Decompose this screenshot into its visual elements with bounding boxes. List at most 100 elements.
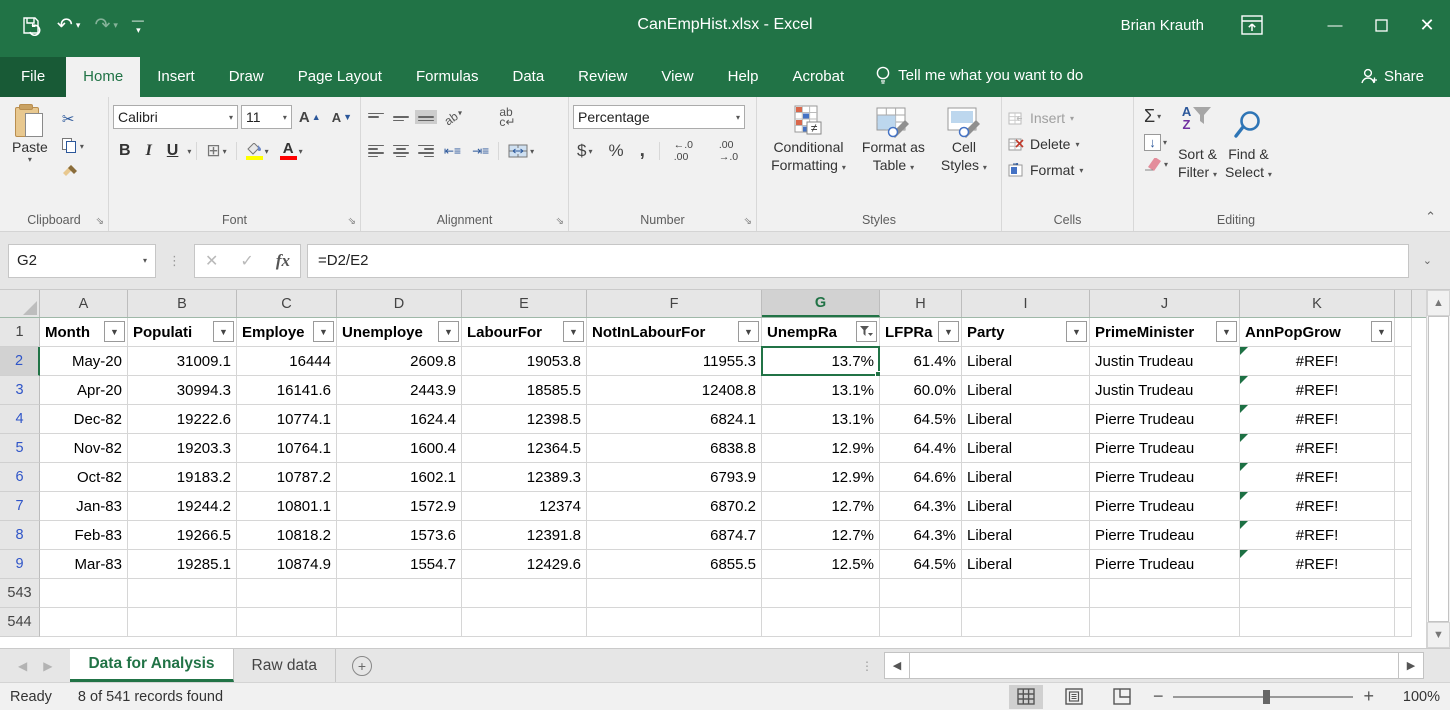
ribbon-tab-formulas[interactable]: Formulas	[399, 57, 496, 97]
cell-B4[interactable]: 19222.6	[128, 405, 237, 434]
cell-F4[interactable]: 6824.1	[587, 405, 762, 434]
cell-L544[interactable]	[1395, 608, 1412, 637]
cell-F6[interactable]: 6793.9	[587, 463, 762, 492]
cell-L5[interactable]	[1395, 434, 1412, 463]
ribbon-tab-page-layout[interactable]: Page Layout	[281, 57, 399, 97]
row-header-1[interactable]: 1	[0, 318, 40, 347]
cell-F8[interactable]: 6874.7	[587, 521, 762, 550]
cell-D7[interactable]: 1572.9	[337, 492, 462, 521]
cell-F3[interactable]: 12408.8	[587, 376, 762, 405]
cell-H8[interactable]: 64.3%	[880, 521, 962, 550]
cell-D3[interactable]: 2443.9	[337, 376, 462, 405]
filter-applied-icon-G[interactable]	[856, 321, 877, 342]
cell-D543[interactable]	[337, 579, 462, 608]
cell-B5[interactable]: 19203.3	[128, 434, 237, 463]
middle-align-icon[interactable]	[390, 110, 412, 125]
align-left-icon[interactable]	[365, 142, 387, 160]
column-header-B[interactable]: B	[128, 290, 237, 317]
ribbon-tab-draw[interactable]: Draw	[212, 57, 281, 97]
format-painter-icon[interactable]	[58, 162, 88, 180]
cell-E544[interactable]	[462, 608, 587, 637]
zoom-level[interactable]: 100%	[1388, 689, 1440, 705]
font-name-combo[interactable]: Calibri▾	[113, 105, 238, 129]
filter-dropdown-icon-E[interactable]: ▼	[563, 321, 584, 342]
page-break-preview-icon[interactable]	[1105, 685, 1139, 709]
cell-B543[interactable]	[128, 579, 237, 608]
column-header-K[interactable]: K	[1240, 290, 1395, 317]
cell-J2[interactable]: Justin Trudeau	[1090, 347, 1240, 376]
vertical-scrollbar[interactable]: ▲ ▼	[1426, 290, 1450, 648]
top-align-icon[interactable]	[365, 110, 387, 125]
row-header-6[interactable]: 6	[0, 463, 40, 492]
underline-button[interactable]: U	[161, 141, 185, 161]
cell-I7[interactable]: Liberal	[962, 492, 1090, 521]
enter-icon[interactable]: ✓	[240, 251, 253, 271]
cell-A7[interactable]: Jan-83	[40, 492, 128, 521]
column-header-D[interactable]: D	[337, 290, 462, 317]
cell-L8[interactable]	[1395, 521, 1412, 550]
cell-D5[interactable]: 1600.4	[337, 434, 462, 463]
tell-me-box[interactable]: Tell me what you want to do	[861, 54, 1097, 97]
cell-H5[interactable]: 64.4%	[880, 434, 962, 463]
increase-decimal-icon[interactable]: ←.0 .00	[670, 137, 707, 165]
column-header-G[interactable]: G	[762, 290, 880, 317]
row-header-3[interactable]: 3	[0, 376, 40, 405]
cell-G9[interactable]: 12.5%	[762, 550, 880, 579]
cell-I543[interactable]	[962, 579, 1090, 608]
autosum-icon[interactable]: Σ▾	[1140, 104, 1172, 129]
cell-K6[interactable]: #REF!	[1240, 463, 1395, 492]
cell-C6[interactable]: 10787.2	[237, 463, 337, 492]
font-color-icon[interactable]: A ▾	[276, 140, 307, 162]
cell-B8[interactable]: 19266.5	[128, 521, 237, 550]
column-header-partial[interactable]	[1395, 290, 1412, 317]
customize-qat-icon[interactable]: —▾	[132, 16, 144, 34]
cell-A3[interactable]: Apr-20	[40, 376, 128, 405]
cell-G3[interactable]: 13.1%	[762, 376, 880, 405]
center-icon[interactable]	[390, 142, 412, 160]
cell-F7[interactable]: 6870.2	[587, 492, 762, 521]
decrease-font-icon[interactable]: A▼	[328, 108, 356, 127]
new-sheet-button[interactable]: +	[336, 649, 388, 682]
filter-dropdown-icon-A[interactable]: ▼	[104, 321, 125, 342]
cell-L1[interactable]	[1395, 318, 1412, 347]
borders-icon[interactable]: ⊞▾	[202, 139, 230, 163]
sheet-tab-data-for-analysis[interactable]: Data for Analysis	[70, 649, 233, 682]
page-layout-view-icon[interactable]	[1057, 685, 1091, 709]
format-as-table-button[interactable]: Format asTable ▾	[855, 102, 932, 179]
bold-button[interactable]: B	[113, 141, 137, 161]
increase-font-icon[interactable]: A▲	[295, 107, 325, 128]
cell-B544[interactable]	[128, 608, 237, 637]
expand-formula-bar-icon[interactable]: ⌄	[1415, 254, 1440, 267]
cell-L543[interactable]	[1395, 579, 1412, 608]
field-header-PrimeMinister[interactable]: PrimeMinister▼	[1090, 318, 1240, 347]
cell-L3[interactable]	[1395, 376, 1412, 405]
cell-A2[interactable]: May-20	[40, 347, 128, 376]
filter-dropdown-icon-K[interactable]: ▼	[1371, 321, 1392, 342]
cell-G4[interactable]: 13.1%	[762, 405, 880, 434]
scroll-down-icon[interactable]: ▼	[1427, 622, 1450, 648]
insert-cells-button[interactable]: Insert▾	[1008, 106, 1083, 130]
cell-F543[interactable]	[587, 579, 762, 608]
filter-dropdown-icon-C[interactable]: ▼	[313, 321, 334, 342]
cell-I9[interactable]: Liberal	[962, 550, 1090, 579]
cell-E4[interactable]: 12398.5	[462, 405, 587, 434]
ribbon-tab-data[interactable]: Data	[495, 57, 561, 97]
cell-B2[interactable]: 31009.1	[128, 347, 237, 376]
column-header-C[interactable]: C	[237, 290, 337, 317]
share-button[interactable]: Share	[1334, 56, 1450, 97]
paste-button[interactable]: Paste ▾	[4, 102, 56, 167]
cell-L7[interactable]	[1395, 492, 1412, 521]
cell-A544[interactable]	[40, 608, 128, 637]
filter-dropdown-icon-D[interactable]: ▼	[438, 321, 459, 342]
cell-K7[interactable]: #REF!	[1240, 492, 1395, 521]
ribbon-tab-insert[interactable]: Insert	[140, 57, 212, 97]
scroll-up-icon[interactable]: ▲	[1427, 290, 1450, 316]
cell-B6[interactable]: 19183.2	[128, 463, 237, 492]
field-header-LabourFor[interactable]: LabourFor▼	[462, 318, 587, 347]
decrease-decimal-icon[interactable]: .00 →.0	[715, 137, 752, 165]
insert-function-icon[interactable]: fx	[276, 251, 290, 271]
font-size-combo[interactable]: 11▾	[241, 105, 292, 129]
zoom-in-icon[interactable]: +	[1363, 686, 1374, 707]
cell-H2[interactable]: 61.4%	[880, 347, 962, 376]
cell-K8[interactable]: #REF!	[1240, 521, 1395, 550]
